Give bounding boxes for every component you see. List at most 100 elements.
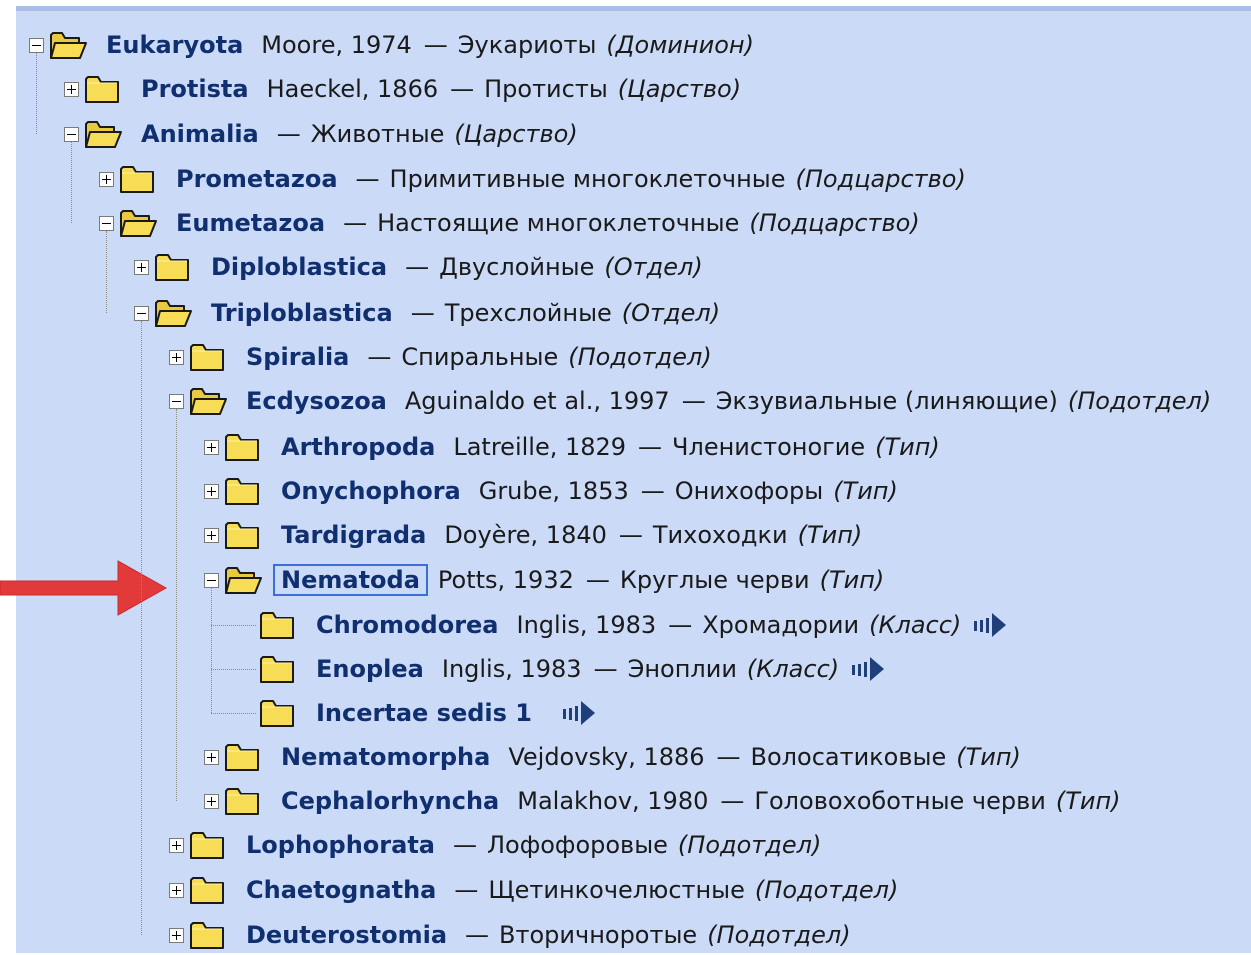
expand-plus-icon[interactable] xyxy=(169,837,184,853)
folder-icon[interactable] xyxy=(189,874,227,906)
taxon-name[interactable]: Protista xyxy=(137,75,253,103)
taxon-name[interactable]: Chaetognatha xyxy=(242,876,440,904)
tree-node-arthropoda[interactable]: Arthropoda Latreille, 1829 — Членистоног… xyxy=(204,427,940,467)
taxon-name[interactable]: Diploblastica xyxy=(207,253,391,281)
folder-icon[interactable] xyxy=(154,251,192,283)
taxon-name-selected[interactable]: Nematoda xyxy=(273,564,428,596)
expand-plus-icon[interactable] xyxy=(204,749,219,765)
folder-open-icon[interactable] xyxy=(154,297,192,329)
separator-dash: — xyxy=(367,343,392,371)
taxon-name[interactable]: Tardigrada xyxy=(277,521,430,549)
tree-node-prometazoa[interactable]: Prometazoa — Примитивные многоклеточные … xyxy=(99,159,966,199)
tree-node-lophophorata[interactable]: Lophophorata — Лофофоровые (Подотдел) xyxy=(169,825,821,865)
collapse-minus-icon[interactable] xyxy=(29,37,44,53)
folder-icon[interactable] xyxy=(224,431,262,463)
folder-icon[interactable] xyxy=(189,919,227,951)
tree-node-protista[interactable]: Protista Haeckel, 1866 — Протисты (Царст… xyxy=(64,69,741,109)
tree-node-triploblastica[interactable]: Triploblastica — Трехслойные (Отдел) xyxy=(134,293,720,333)
expand-plus-icon[interactable] xyxy=(204,793,219,809)
expand-plus-icon[interactable] xyxy=(169,882,184,898)
folder-icon[interactable] xyxy=(189,829,227,861)
taxon-name[interactable]: Enoplea xyxy=(312,655,428,683)
tree-node-enoplea[interactable]: Enoplea Inglis, 1983 — Эноплии (Класс) xyxy=(239,649,887,689)
tree-connector-line xyxy=(211,588,212,713)
more-arrow-icon[interactable] xyxy=(973,612,1009,638)
separator-dash: — xyxy=(720,787,745,815)
folder-icon[interactable] xyxy=(224,741,262,773)
folder-open-icon[interactable] xyxy=(119,207,157,239)
taxon-name[interactable]: Ecdysozoa xyxy=(242,387,391,415)
expand-plus-icon[interactable] xyxy=(169,927,184,943)
separator-dash: — xyxy=(638,433,663,461)
folder-icon[interactable] xyxy=(189,341,227,373)
taxon-name[interactable]: Eukaryota xyxy=(102,31,247,59)
folder-icon[interactable] xyxy=(84,73,122,105)
taxon-russian-name: Тихоходки xyxy=(652,521,788,549)
collapse-minus-icon[interactable] xyxy=(64,126,79,142)
tree-node-cephalorhyncha[interactable]: Cephalorhyncha Malakhov, 1980 — Головохо… xyxy=(204,781,1121,821)
folder-open-icon[interactable] xyxy=(84,118,122,150)
taxon-name[interactable]: Lophophorata xyxy=(242,831,439,859)
expand-plus-icon[interactable] xyxy=(204,439,219,455)
folder-open-icon[interactable] xyxy=(189,385,227,417)
expand-plus-icon[interactable] xyxy=(99,171,114,187)
tree-node-nematomorpha[interactable]: Nematomorpha Vejdovsky, 1886 — Волосатик… xyxy=(204,737,1021,777)
taxon-name[interactable]: Arthropoda xyxy=(277,433,439,461)
folder-open-icon[interactable] xyxy=(49,29,87,61)
tree-node-deuterostomia[interactable]: Deuterostomia — Вторичноротые (Подотдел) xyxy=(169,915,851,955)
taxon-name[interactable]: Prometazoa xyxy=(172,165,342,193)
folder-open-icon[interactable] xyxy=(224,564,262,596)
collapse-minus-icon[interactable] xyxy=(99,215,114,231)
tree-connector-line xyxy=(36,53,37,134)
taxon-name[interactable]: Incertae sedis 1 xyxy=(312,699,536,727)
folder-icon[interactable] xyxy=(259,697,297,729)
taxon-rank: (Тип) xyxy=(875,433,940,461)
folder-icon[interactable] xyxy=(119,163,157,195)
taxon-rank: (Царство) xyxy=(617,75,742,103)
taxon-name[interactable]: Triploblastica xyxy=(207,299,397,327)
taxon-name[interactable]: Eumetazoa xyxy=(172,209,329,237)
folder-icon[interactable] xyxy=(224,475,262,507)
separator-dash: — xyxy=(423,31,448,59)
folder-icon[interactable] xyxy=(224,519,262,551)
more-arrow-icon[interactable] xyxy=(851,656,887,682)
taxon-russian-name: Спиральные xyxy=(401,343,559,371)
expand-plus-icon[interactable] xyxy=(204,527,219,543)
tree-node-chaetognatha[interactable]: Chaetognatha — Щетинкочелюстные (Подотде… xyxy=(169,870,898,910)
taxon-name[interactable]: Nematomorpha xyxy=(277,743,494,771)
separator-dash: — xyxy=(640,477,665,505)
collapse-minus-icon[interactable] xyxy=(204,572,219,588)
folder-icon[interactable] xyxy=(259,653,297,685)
tree-node-incertae[interactable]: Incertae sedis 1 xyxy=(239,693,598,733)
tree-node-spiralia[interactable]: Spiralia — Спиральные (Подотдел) xyxy=(169,337,712,377)
tree-node-animalia[interactable]: Animalia — Животные (Царство) xyxy=(64,114,578,154)
taxon-name[interactable]: Deuterostomia xyxy=(242,921,451,949)
taxon-name[interactable]: Cephalorhyncha xyxy=(277,787,503,815)
tree-node-nematoda[interactable]: Nematoda Potts, 1932 — Круглые черви (Ти… xyxy=(204,560,884,600)
tree-node-eukaryota[interactable]: Eukaryota Moore, 1974 — Эукариоты (Домин… xyxy=(29,25,754,65)
tree-node-onychophora[interactable]: Onychophora Grube, 1853 — Онихофоры (Тип… xyxy=(204,471,898,511)
expand-plus-icon[interactable] xyxy=(64,81,79,97)
red-pointer-arrow-icon xyxy=(0,560,168,616)
expand-plus-icon[interactable] xyxy=(204,483,219,499)
taxon-name[interactable]: Animalia xyxy=(137,120,263,148)
more-arrow-icon[interactable] xyxy=(562,700,598,726)
separator-dash: — xyxy=(454,876,479,904)
tree-node-diploblastica[interactable]: Diploblastica — Двуслойные (Отдел) xyxy=(134,247,703,287)
taxon-name[interactable]: Onychophora xyxy=(277,477,465,505)
collapse-minus-icon[interactable] xyxy=(169,393,184,409)
expand-plus-icon[interactable] xyxy=(134,259,149,275)
taxon-russian-name: Протисты xyxy=(484,75,608,103)
taxon-author: Moore, 1974 xyxy=(261,31,412,59)
tree-node-eumetazoa[interactable]: Eumetazoa — Настоящие многоклеточные (По… xyxy=(99,203,920,243)
folder-icon[interactable] xyxy=(224,785,262,817)
collapse-minus-icon[interactable] xyxy=(134,305,149,321)
expand-plus-icon[interactable] xyxy=(169,349,184,365)
tree-node-tardigrada[interactable]: Tardigrada Doyère, 1840 — Тихоходки (Тип… xyxy=(204,515,862,555)
taxon-name[interactable]: Spiralia xyxy=(242,343,353,371)
taxon-rank: (Подотдел) xyxy=(568,343,712,371)
tree-node-ecdysozoa[interactable]: Ecdysozoa Aguinaldo et al., 1997 — Экзув… xyxy=(169,381,1211,421)
taxon-name[interactable]: Chromodorea xyxy=(312,611,503,639)
folder-icon[interactable] xyxy=(259,609,297,641)
tree-node-chromodorea[interactable]: Chromodorea Inglis, 1983 — Хромадории (К… xyxy=(239,605,1009,645)
